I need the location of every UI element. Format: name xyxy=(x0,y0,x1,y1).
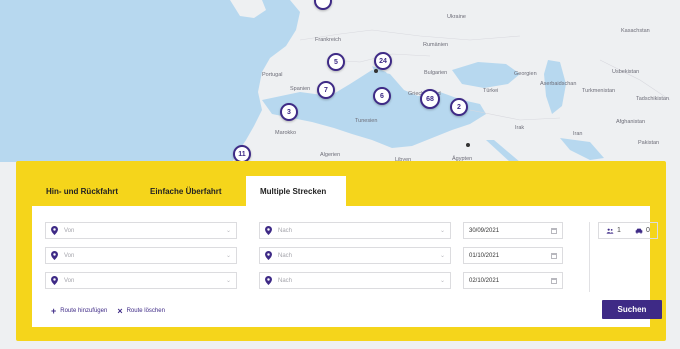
label-portugal: Portugal xyxy=(262,72,283,78)
label-kasachstan: Kasachstan xyxy=(621,28,650,34)
chevron-down-icon: ⌄ xyxy=(439,278,445,284)
calendar-icon xyxy=(551,252,557,259)
tab-oneway[interactable]: Einfache Überfahrt xyxy=(136,176,246,206)
label-marokko: Marokko xyxy=(275,130,297,136)
location-pin-icon xyxy=(265,276,272,285)
chevron-down-icon: ⌄ xyxy=(225,228,231,234)
map-pin-7[interactable]: 7 xyxy=(317,81,335,99)
calendar-icon xyxy=(551,227,557,234)
map-pin-2[interactable]: 2 xyxy=(450,98,468,116)
location-pin-icon xyxy=(265,251,272,260)
route-row: Von ⌄ Nach ⌄ 02/10/2021 xyxy=(45,272,625,289)
to-placeholder: Nach xyxy=(278,227,293,234)
chevron-down-icon: ⌄ xyxy=(225,278,231,284)
divider xyxy=(589,222,590,292)
from-placeholder: Von xyxy=(64,277,75,284)
chevron-down-icon: ⌄ xyxy=(225,253,231,259)
date-value: 01/10/2021 xyxy=(469,252,500,259)
label-aserbaidschan: Aserbaidschan xyxy=(540,81,577,87)
from-placeholder: Von xyxy=(64,252,75,259)
plus-icon: + xyxy=(51,306,57,316)
city-dot xyxy=(374,69,378,73)
route-row: Von ⌄ Nach ⌄ 30/09/2021 xyxy=(45,222,625,239)
label-irak: Irak xyxy=(515,125,525,131)
tab-multiple-routes[interactable]: Multiple Strecken xyxy=(246,176,346,206)
date-value: 02/10/2021 xyxy=(469,277,500,284)
passenger-vehicle-selector[interactable]: 1 0 xyxy=(598,222,658,239)
date-field[interactable]: 30/09/2021 xyxy=(463,222,563,239)
label-rumaenien: Rumänien xyxy=(423,42,449,48)
label-afghanistan: Afghanistan xyxy=(616,119,646,125)
label-tuerkei: Türkei xyxy=(483,88,499,94)
chevron-down-icon: ⌄ xyxy=(439,253,445,259)
delete-route-label: Route löschen xyxy=(126,308,165,314)
trip-type-tabs: Hin- und Rückfahrt Einfache Überfahrt Mu… xyxy=(32,176,346,206)
map-pin-6[interactable]: 6 xyxy=(373,87,391,105)
from-field[interactable]: Von ⌄ xyxy=(45,247,237,264)
label-usbekistan: Usbekistan xyxy=(612,69,640,75)
people-icon xyxy=(606,228,614,234)
passenger-count: 1 xyxy=(606,227,621,234)
search-button[interactable]: Suchen xyxy=(602,300,662,319)
route-actions: + Route hinzufügen × Route löschen xyxy=(51,306,165,316)
label-georgien: Georgien xyxy=(514,71,537,77)
label-turkmenistan: Turkmenistan xyxy=(582,88,616,94)
vehicle-count: 0 xyxy=(635,227,650,234)
label-spanien: Spanien xyxy=(290,86,311,92)
to-placeholder: Nach xyxy=(278,277,293,284)
passenger-count-value: 1 xyxy=(617,227,621,234)
delete-route-link[interactable]: × Route löschen xyxy=(117,306,165,316)
car-icon xyxy=(635,228,643,234)
label-algerien: Algerien xyxy=(320,152,341,158)
location-pin-icon xyxy=(265,226,272,235)
chevron-down-icon: ⌄ xyxy=(439,228,445,234)
add-route-label: Route hinzufügen xyxy=(60,308,108,314)
tab-roundtrip[interactable]: Hin- und Rückfahrt xyxy=(32,176,136,206)
map-pin-5[interactable]: 5 xyxy=(327,53,345,71)
to-field[interactable]: Nach ⌄ xyxy=(259,247,451,264)
location-pin-icon xyxy=(51,226,58,235)
to-placeholder: Nach xyxy=(278,252,293,259)
close-icon: × xyxy=(117,306,123,316)
multi-route-form: Von ⌄ Nach ⌄ 30/09/2021 Von ⌄ Nach ⌄ 01/… xyxy=(32,206,662,327)
city-dot xyxy=(466,143,470,147)
add-route-link[interactable]: + Route hinzufügen xyxy=(51,306,107,316)
from-field[interactable]: Von ⌄ xyxy=(45,222,237,239)
label-frankreich: Frankreich xyxy=(315,37,341,43)
from-field[interactable]: Von ⌄ xyxy=(45,272,237,289)
vehicle-count-value: 0 xyxy=(646,227,650,234)
map-pin-24[interactable]: 24 xyxy=(374,52,392,70)
date-field[interactable]: 02/10/2021 xyxy=(463,272,563,289)
label-bulgarien: Bulgarien xyxy=(424,70,448,76)
map-pin-3[interactable]: 3 xyxy=(280,103,298,121)
from-placeholder: Von xyxy=(64,227,75,234)
to-field[interactable]: Nach ⌄ xyxy=(259,222,451,239)
label-tunesien: Tunesien xyxy=(355,118,378,124)
date-value: 30/09/2021 xyxy=(469,227,500,234)
calendar-icon xyxy=(551,277,557,284)
map-pin-68[interactable]: 68 xyxy=(420,89,440,109)
location-pin-icon xyxy=(51,251,58,260)
location-pin-icon xyxy=(51,276,58,285)
date-field[interactable]: 01/10/2021 xyxy=(463,247,563,264)
label-tadschikistan: Tadschikistan xyxy=(636,96,670,102)
to-field[interactable]: Nach ⌄ xyxy=(259,272,451,289)
label-ukraine: Ukraine xyxy=(447,14,466,20)
route-row: Von ⌄ Nach ⌄ 01/10/2021 xyxy=(45,247,625,264)
booking-panel: Hin- und Rückfahrt Einfache Überfahrt Mu… xyxy=(16,161,666,341)
label-iran: Iran xyxy=(573,131,583,137)
label-pakistan: Pakistan xyxy=(638,140,660,146)
